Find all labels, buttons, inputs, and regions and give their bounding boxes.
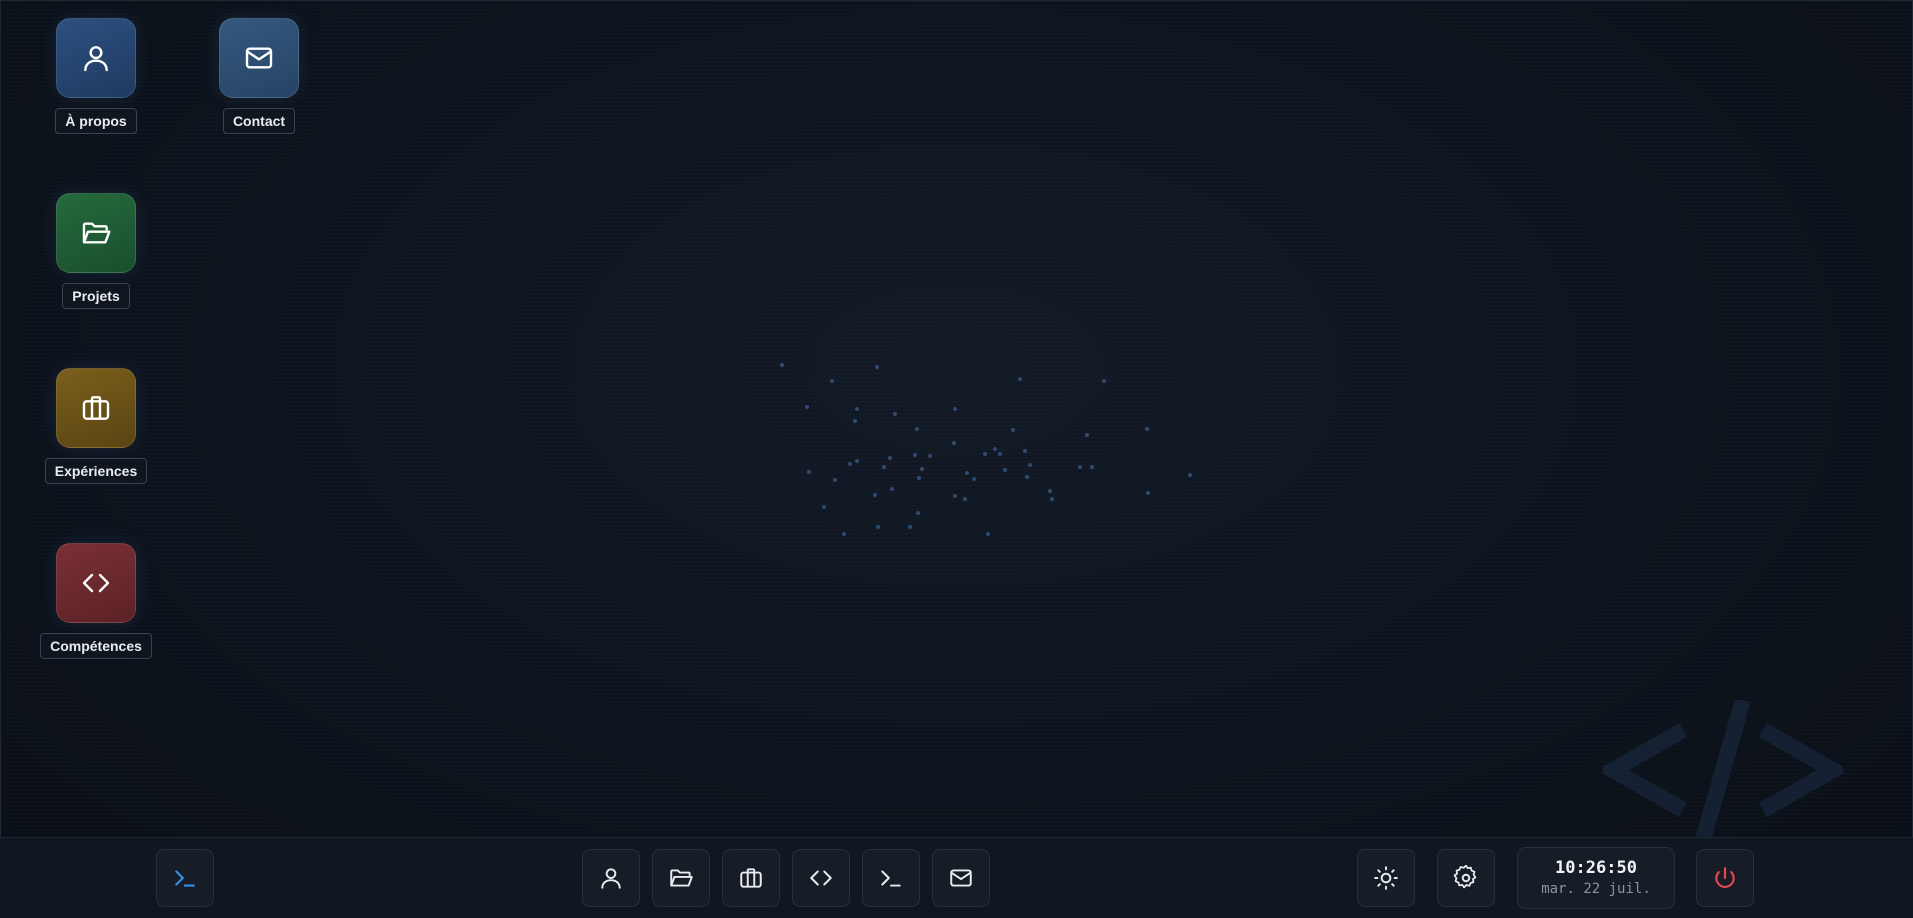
desktop-icon-contact[interactable]: Contact [199,18,319,134]
desktop-icon-label: À propos [55,108,137,134]
particle-cluster [760,355,1200,545]
taskbar-experiences-button[interactable] [722,849,780,907]
terminal-icon [175,870,195,887]
briefcase-icon [82,396,110,420]
code-watermark-icon [1603,700,1843,840]
mail-icon [245,47,273,69]
clock-date: mar. 22 juil. [1541,881,1651,897]
desktop-icon-label: Contact [222,108,296,134]
desktop-icon-experiences[interactable]: Expériences [36,368,156,484]
terminal-icon [881,870,901,887]
taskbar-skills-button[interactable] [792,849,850,907]
taskbar: 10:26:50 mar. 22 juil. [0,837,1913,918]
code-icon [810,870,832,886]
skills-tile[interactable] [56,543,136,623]
taskbar-contact-button[interactable] [932,849,990,907]
power-icon [1715,867,1735,888]
theme-toggle-button[interactable] [1357,849,1415,907]
desktop-icon-label: Projets [62,283,130,309]
taskbar-projects-button[interactable] [652,849,710,907]
desktop-icon-skills[interactable]: Compétences [36,543,156,659]
power-button[interactable] [1696,849,1754,907]
projects-tile[interactable] [56,193,136,273]
user-icon [601,868,621,889]
desktop-icon-label: Expériences [44,458,148,484]
taskbar-clock[interactable]: 10:26:50 mar. 22 juil. [1517,847,1675,909]
desktop-icon-projects[interactable]: Projets [36,193,156,309]
clock-time: 10:26:50 [1555,858,1637,878]
mail-icon [950,869,972,887]
start-terminal-button[interactable] [156,849,214,907]
gear-icon [1453,865,1477,889]
desktop-icon-about[interactable]: À propos [36,18,156,134]
folder-open-icon [82,222,111,244]
user-icon [84,46,108,72]
desktop-icon-label: Compétences [40,633,152,659]
about-tile[interactable] [56,18,136,98]
briefcase-icon [740,868,762,888]
folder-open-icon [670,869,693,887]
settings-button[interactable] [1437,849,1495,907]
experiences-tile[interactable] [56,368,136,448]
sun-icon [1374,866,1398,890]
contact-tile[interactable] [219,18,299,98]
taskbar-about-button[interactable] [582,849,640,907]
taskbar-terminal-button[interactable] [862,849,920,907]
code-icon [82,573,110,593]
